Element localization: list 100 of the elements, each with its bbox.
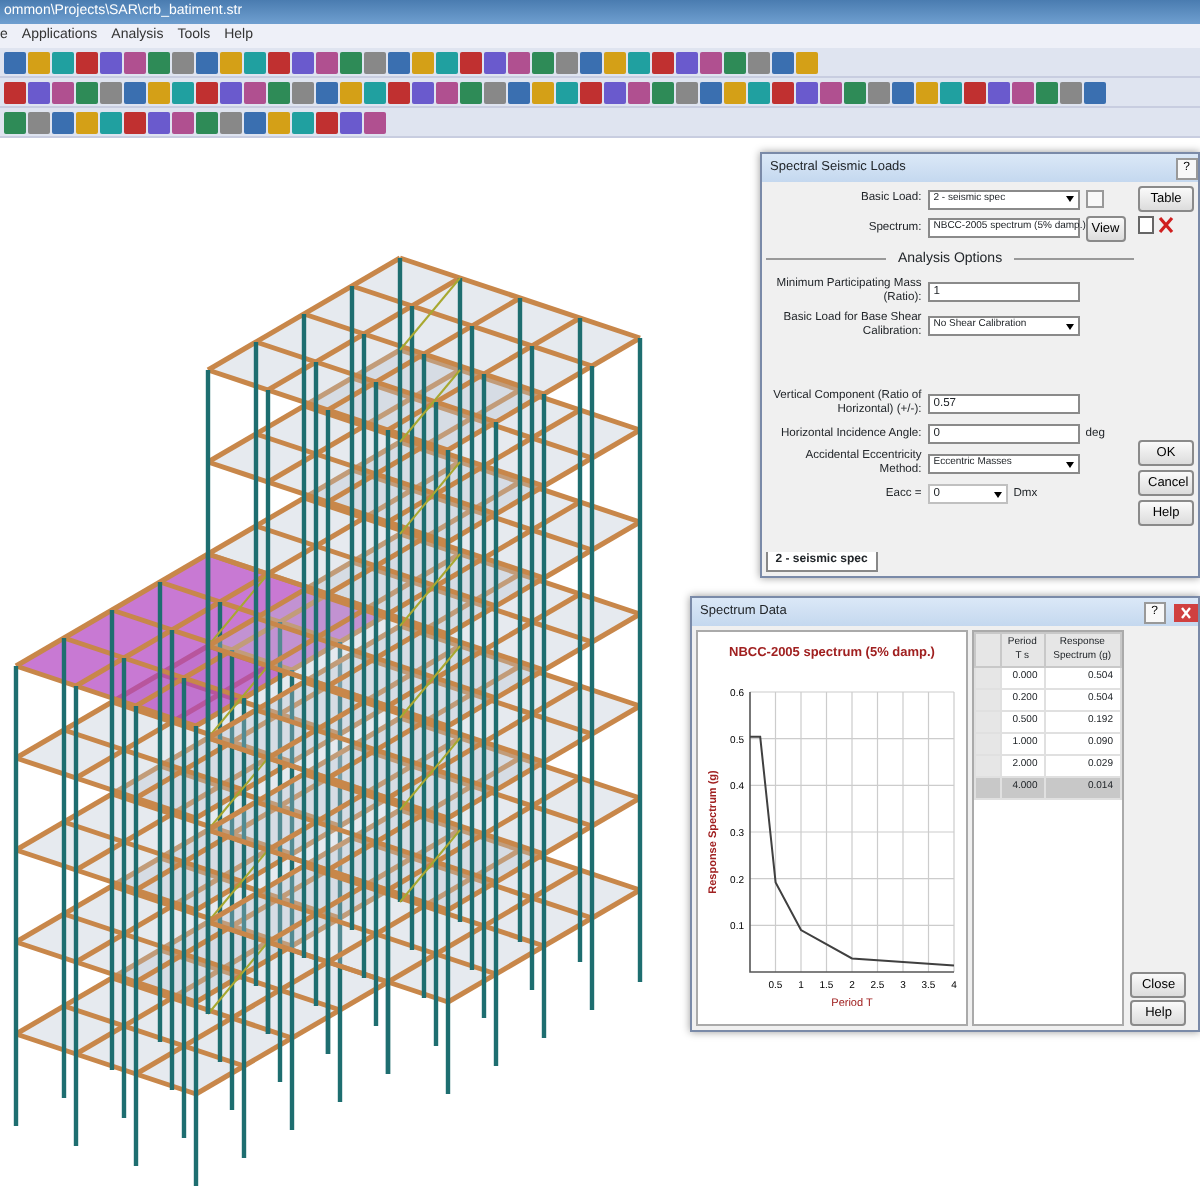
toolbar-icon[interactable] [100, 51, 122, 73]
toolbar-icon[interactable] [724, 51, 746, 73]
toolbar-icon[interactable] [100, 81, 122, 103]
toolbar-icon[interactable] [172, 81, 194, 103]
toolbar-icon[interactable] [676, 51, 698, 73]
close-icon[interactable] [1174, 603, 1198, 621]
toolbar-icon[interactable] [4, 81, 26, 103]
toolbar-icon[interactable] [148, 81, 170, 103]
toolbar-icon[interactable] [892, 81, 914, 103]
toolbar-icon[interactable] [340, 81, 362, 103]
toolbar-icon[interactable] [28, 81, 50, 103]
toolbar-icon[interactable] [1036, 81, 1058, 103]
toolbar-icon[interactable] [412, 81, 434, 103]
toolbar-icon[interactable] [388, 51, 410, 73]
toolbar-icon[interactable] [700, 51, 722, 73]
toolbar-icon[interactable] [940, 81, 962, 103]
toolbar-icon[interactable] [268, 111, 290, 133]
toolbar-icon[interactable] [100, 111, 122, 133]
toolbar-icon[interactable] [364, 81, 386, 103]
toolbar-icon[interactable] [292, 81, 314, 103]
toolbar-icon[interactable] [220, 111, 242, 133]
toolbar-icon[interactable] [604, 81, 626, 103]
toolbar-icon[interactable] [532, 51, 554, 73]
toolbar-icon[interactable] [700, 81, 722, 103]
delete-icon[interactable] [1157, 215, 1174, 233]
toolbar-icon[interactable] [1060, 81, 1082, 103]
toolbar-icon[interactable] [292, 51, 314, 73]
toolbar-icon[interactable] [388, 81, 410, 103]
toolbar-icon[interactable] [508, 81, 530, 103]
toolbar-icon[interactable] [52, 111, 74, 133]
toolbar-icon[interactable] [124, 51, 146, 73]
toolbar-icon[interactable] [76, 111, 98, 133]
toolbar-icon[interactable] [724, 81, 746, 103]
toolbar-icon[interactable] [340, 111, 362, 133]
toolbar-icon[interactable] [364, 51, 386, 73]
toolbar-icon[interactable] [196, 111, 218, 133]
toolbar-icon[interactable] [220, 51, 242, 73]
toolbar-icon[interactable] [316, 111, 338, 133]
toolbar-icon[interactable] [796, 51, 818, 73]
toolbar-icon[interactable] [316, 51, 338, 73]
toolbar-icon[interactable] [220, 81, 242, 103]
toolbar-icon[interactable] [268, 81, 290, 103]
toolbar-icon[interactable] [628, 51, 650, 73]
toolbar-icon[interactable] [652, 51, 674, 73]
toolbar-icon[interactable] [748, 51, 770, 73]
toolbar-icon[interactable] [844, 81, 866, 103]
toolbar-icon[interactable] [460, 51, 482, 73]
toolbar-icon[interactable] [988, 81, 1010, 103]
toolbar-icon[interactable] [580, 51, 602, 73]
toolbar-icon[interactable] [556, 81, 578, 103]
toolbar-icon[interactable] [28, 51, 50, 73]
toolbar-icon[interactable] [748, 81, 770, 103]
toolbar-icon[interactable] [484, 51, 506, 73]
caret-icon [1065, 196, 1074, 202]
toolbar-icon[interactable] [556, 51, 578, 73]
toolbar-icon[interactable] [172, 111, 194, 133]
toolbar-icon[interactable] [172, 51, 194, 73]
toolbar-icon[interactable] [124, 81, 146, 103]
toolbar-icon[interactable] [124, 111, 146, 133]
toolbar-icon[interactable] [1012, 81, 1034, 103]
toolbar-icon[interactable] [316, 81, 338, 103]
toolbar-icon[interactable] [604, 51, 626, 73]
toolbar-icon[interactable] [268, 51, 290, 73]
toolbar-icon[interactable] [244, 51, 266, 73]
toolbar-icon[interactable] [412, 51, 434, 73]
toolbar-icon[interactable] [628, 81, 650, 103]
toolbar-icon[interactable] [196, 51, 218, 73]
toolbar-icon[interactable] [820, 81, 842, 103]
toolbar-icon[interactable] [868, 81, 890, 103]
toolbar-icon[interactable] [676, 81, 698, 103]
caret-icon [1065, 461, 1074, 467]
toolbar-icon[interactable] [532, 81, 554, 103]
toolbar-icon[interactable] [52, 51, 74, 73]
toolbar-icon[interactable] [796, 81, 818, 103]
toolbar-icon[interactable] [508, 51, 530, 73]
toolbar-icon[interactable] [772, 81, 794, 103]
toolbar-icon[interactable] [196, 81, 218, 103]
toolbar-icon[interactable] [964, 81, 986, 103]
toolbar-icon[interactable] [76, 51, 98, 73]
toolbar-icon[interactable] [4, 51, 26, 73]
toolbar-icon[interactable] [340, 51, 362, 73]
toolbar-icon[interactable] [436, 81, 458, 103]
toolbar-icon[interactable] [76, 81, 98, 103]
toolbar-icon[interactable] [1084, 81, 1106, 103]
toolbar-icon[interactable] [916, 81, 938, 103]
toolbar-icon[interactable] [580, 81, 602, 103]
toolbar-icon[interactable] [244, 111, 266, 133]
toolbar-icon[interactable] [292, 111, 314, 133]
toolbar-icon[interactable] [52, 81, 74, 103]
toolbar-icon[interactable] [772, 51, 794, 73]
toolbar-icon[interactable] [436, 51, 458, 73]
toolbar-icon[interactable] [364, 111, 386, 133]
toolbar-icon[interactable] [28, 111, 50, 133]
toolbar-icon[interactable] [148, 51, 170, 73]
toolbar-icon[interactable] [460, 81, 482, 103]
toolbar-icon[interactable] [244, 81, 266, 103]
toolbar-icon[interactable] [148, 111, 170, 133]
toolbar-icon[interactable] [652, 81, 674, 103]
toolbar-icon[interactable] [4, 111, 26, 133]
toolbar-icon[interactable] [484, 81, 506, 103]
